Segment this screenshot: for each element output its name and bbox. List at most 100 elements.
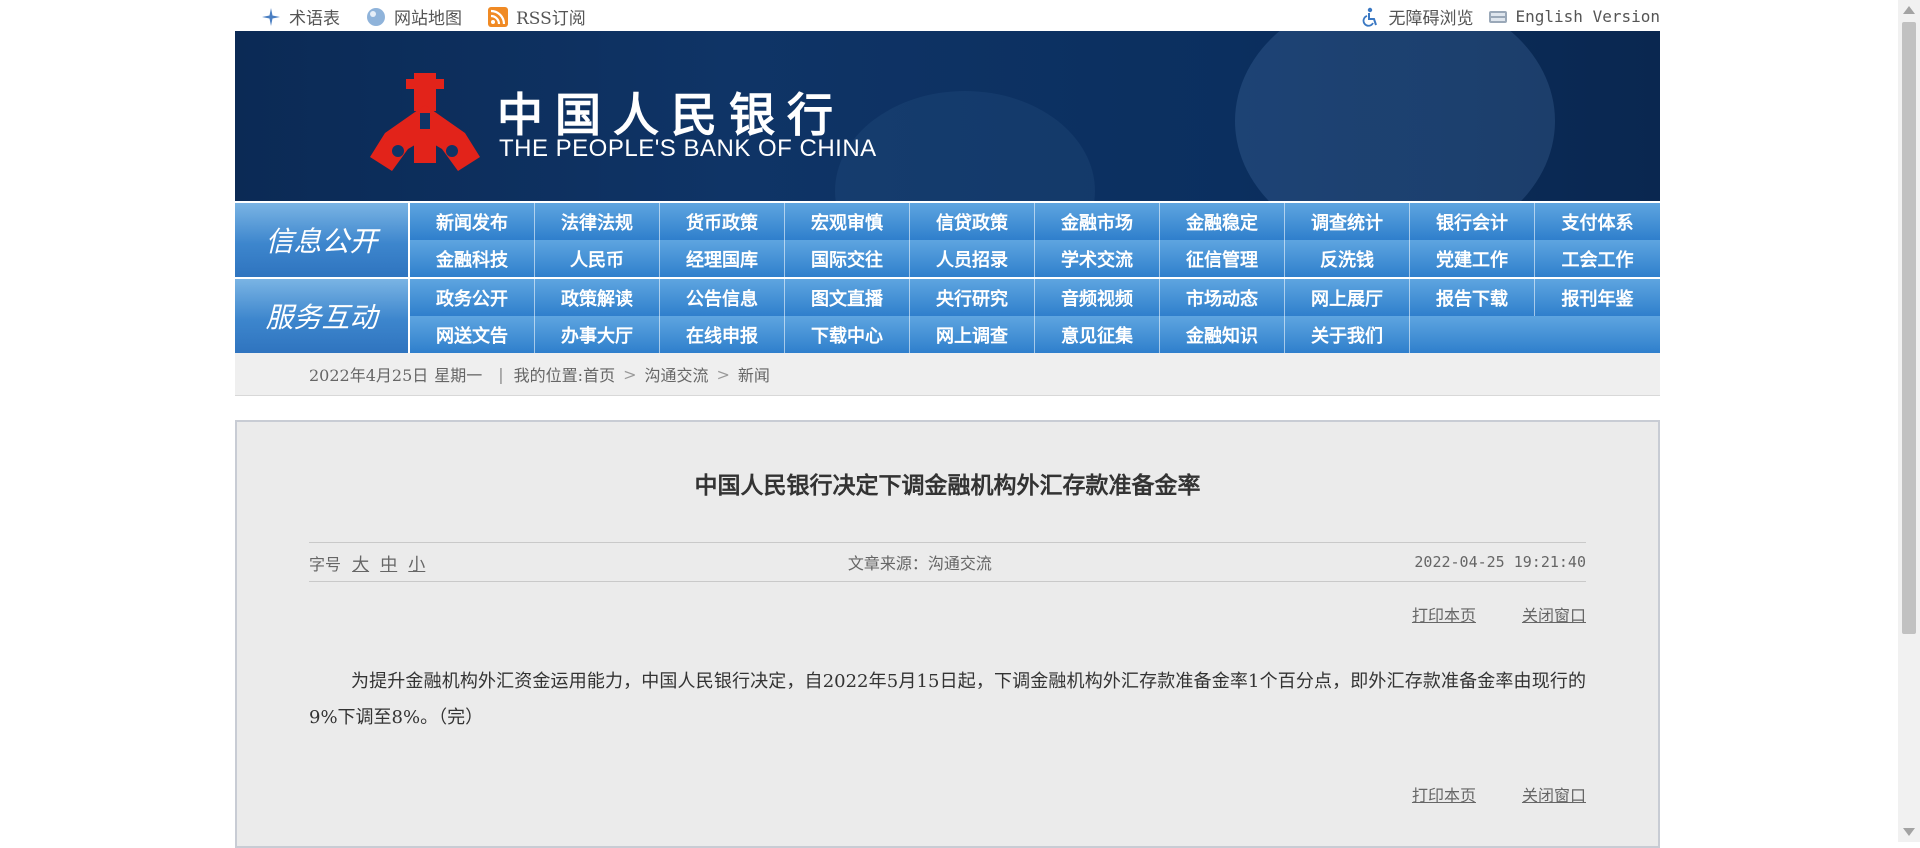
utility-bar: 术语表 网站地图 RSS订阅 无障碍浏览 English Version — [235, 0, 1660, 31]
location-prefix: 我的位置: — [513, 366, 584, 385]
nav-service-item-15[interactable]: 意见征集 — [1035, 316, 1160, 353]
nav-info-item-7[interactable]: 调查统计 — [1285, 203, 1410, 240]
nav-service-item-8[interactable]: 报告下载 — [1410, 279, 1535, 316]
nav-info-item-11[interactable]: 人民币 — [535, 240, 660, 277]
nav-service-item-3[interactable]: 图文直播 — [785, 279, 910, 316]
nav-service-grid: 政务公开 政策解读 公告信息 图文直播 央行研究 音频视频 市场动态 网上展厅 报告下载 报刊年鉴… — [410, 279, 1660, 353]
scroll-thumb[interactable] — [1902, 22, 1916, 634]
nav-info-item-3[interactable]: 宏观审慎 — [785, 203, 910, 240]
english-version-label: English Version — [1515, 7, 1661, 26]
nav-service-item-13[interactable]: 下载中心 — [785, 316, 910, 353]
scroll-up-arrow-icon[interactable] — [1903, 6, 1915, 14]
nav-info-item-12[interactable]: 经理国库 — [660, 240, 785, 277]
font-size-small[interactable]: 小 — [408, 555, 425, 575]
nav-info-item-4[interactable]: 信贷政策 — [910, 203, 1035, 240]
crosshair-icon — [262, 7, 280, 26]
bank-name-english: THE PEOPLE'S BANK OF CHINA — [499, 135, 877, 162]
nav-info-item-8[interactable]: 银行会计 — [1410, 203, 1535, 240]
breadcrumb-separator: | — [498, 364, 504, 384]
font-size-large[interactable]: 大 — [352, 555, 369, 575]
nav-service-item-12[interactable]: 在线申报 — [660, 316, 785, 353]
pboc-logo-icon[interactable] — [370, 73, 480, 173]
scrollbar[interactable] — [1898, 0, 1920, 842]
source-value: 沟通交流 — [927, 554, 992, 573]
breadcrumb: 2022年4月25日 星期一 | 我的位置: 首页 > 沟通交流 > 新闻 — [235, 353, 1660, 396]
nav-service-item-16[interactable]: 金融知识 — [1160, 316, 1285, 353]
article-body: 为提升金融机构外汇资金运用能力，中国人民银行决定，自2022年5月15日起，下调… — [309, 671, 1586, 728]
nav-service-item-7[interactable]: 网上展厅 — [1285, 279, 1410, 316]
article-source: 文章来源：沟通交流 — [848, 550, 992, 574]
nav-service-item-5[interactable]: 音频视频 — [1035, 279, 1160, 316]
nav-info-item-1[interactable]: 法律法规 — [535, 203, 660, 240]
breadcrumb-home[interactable]: 首页 — [583, 362, 615, 386]
article-tools-bottom: 打印本页 关闭窗口 — [1412, 782, 1586, 806]
breadcrumb-communication[interactable]: 沟通交流 — [645, 362, 709, 386]
nav-service-item-14[interactable]: 网上调查 — [910, 316, 1035, 353]
utility-links-right: 无障碍浏览 English Version — [1347, 4, 1661, 29]
nav-service-interaction: 服务互动 政务公开 政策解读 公告信息 图文直播 央行研究 音频视频 市场动态 网上展厅 报告下… — [235, 279, 1660, 353]
article-title: 中国人民银行决定下调金融机构外汇存款准备金率 — [694, 472, 1201, 499]
font-size-label: 字号 — [309, 554, 342, 574]
close-window-link[interactable]: 关闭窗口 — [1522, 782, 1586, 806]
nav-info-item-17[interactable]: 反洗钱 — [1285, 240, 1410, 277]
nav-info-item-19[interactable]: 工会工作 — [1535, 240, 1660, 277]
scroll-down-arrow-icon[interactable] — [1903, 828, 1915, 836]
accessibility-icon — [1362, 7, 1377, 27]
nav-service-label: 服务互动 — [235, 279, 408, 353]
current-weekday: 星期一 — [434, 366, 483, 385]
nav-info-item-0[interactable]: 新闻发布 — [410, 203, 535, 240]
nav-service-item-10[interactable]: 网送文告 — [410, 316, 535, 353]
nav-service-item-11[interactable]: 办事大厅 — [535, 316, 660, 353]
nav-info-item-13[interactable]: 国际交往 — [785, 240, 910, 277]
nav-service-item-6[interactable]: 市场动态 — [1160, 279, 1285, 316]
nav-service-item-0[interactable]: 政务公开 — [410, 279, 535, 316]
nav-service-item-17[interactable]: 关于我们 — [1285, 316, 1410, 353]
glossary-label: 术语表 — [289, 9, 340, 29]
nav-service-item-9[interactable]: 报刊年鉴 — [1535, 279, 1660, 316]
font-size-medium[interactable]: 中 — [380, 555, 397, 575]
sitemap-link[interactable]: 网站地图 — [366, 4, 462, 29]
article-box: 中国人民银行决定下调金融机构外汇存款准备金率 字号 大 中 小 文章来源：沟通交… — [235, 420, 1660, 848]
accessibility-link[interactable]: 无障碍浏览 — [1361, 4, 1474, 29]
article-meta: 字号 大 中 小 文章来源：沟通交流 2022-04-25 19:21:40 — [309, 542, 1586, 582]
keyboard-icon — [1488, 10, 1507, 23]
source-label: 文章来源： — [847, 554, 928, 573]
nav-info-item-10[interactable]: 金融科技 — [410, 240, 535, 277]
rss-label: RSS订阅 — [516, 9, 586, 29]
breadcrumb-arrow: > — [623, 364, 637, 384]
breadcrumb-news[interactable]: 新闻 — [738, 362, 770, 386]
print-page-link[interactable]: 打印本页 — [1412, 782, 1476, 806]
utility-links-left: 术语表 网站地图 RSS订阅 — [261, 4, 612, 29]
page-container: 术语表 网站地图 RSS订阅 无障碍浏览 English Version 中国人… — [235, 0, 1660, 848]
print-page-link[interactable]: 打印本页 — [1412, 602, 1476, 626]
nav-service-item-2[interactable]: 公告信息 — [660, 279, 785, 316]
globe-icon — [367, 7, 385, 26]
current-date: 2022年4月25日 — [309, 366, 429, 385]
glossary-link[interactable]: 术语表 — [261, 4, 340, 29]
nav-info-item-2[interactable]: 货币政策 — [660, 203, 785, 240]
nav-info-item-5[interactable]: 金融市场 — [1035, 203, 1160, 240]
article-tools-top: 打印本页 关闭窗口 — [1412, 602, 1586, 626]
nav-info-item-9[interactable]: 支付体系 — [1535, 203, 1660, 240]
nav-info-item-6[interactable]: 金融稳定 — [1160, 203, 1285, 240]
font-size-controls: 字号 大 中 小 — [309, 550, 425, 575]
nav-info-label: 信息公开 — [235, 203, 408, 277]
accessibility-label: 无障碍浏览 — [1388, 9, 1474, 29]
nav-service-item-4[interactable]: 央行研究 — [910, 279, 1035, 316]
breadcrumb-arrow: > — [716, 364, 730, 384]
nav-info-item-14[interactable]: 人员招录 — [910, 240, 1035, 277]
nav-info-grid: 新闻发布 法律法规 货币政策 宏观审慎 信贷政策 金融市场 金融稳定 调查统计 银行会计 支付体系… — [410, 203, 1660, 277]
rss-icon — [488, 6, 508, 27]
nav-info-item-15[interactable]: 学术交流 — [1035, 240, 1160, 277]
sitemap-label: 网站地图 — [394, 9, 462, 29]
nav-service-item-1[interactable]: 政策解读 — [535, 279, 660, 316]
article-datetime: 2022-04-25 19:21:40 — [1414, 553, 1586, 571]
nav-info-disclosure: 信息公开 新闻发布 法律法规 货币政策 宏观审慎 信贷政策 金融市场 金融稳定 调查统计 银行会… — [235, 203, 1660, 277]
close-window-link[interactable]: 关闭窗口 — [1522, 602, 1586, 626]
english-version-link[interactable]: English Version — [1488, 4, 1661, 29]
banner-glow — [1235, 31, 1555, 201]
site-banner: 中国人民银行 THE PEOPLE'S BANK OF CHINA — [235, 31, 1660, 201]
rss-link[interactable]: RSS订阅 — [488, 4, 586, 29]
nav-info-item-18[interactable]: 党建工作 — [1410, 240, 1535, 277]
nav-info-item-16[interactable]: 征信管理 — [1160, 240, 1285, 277]
